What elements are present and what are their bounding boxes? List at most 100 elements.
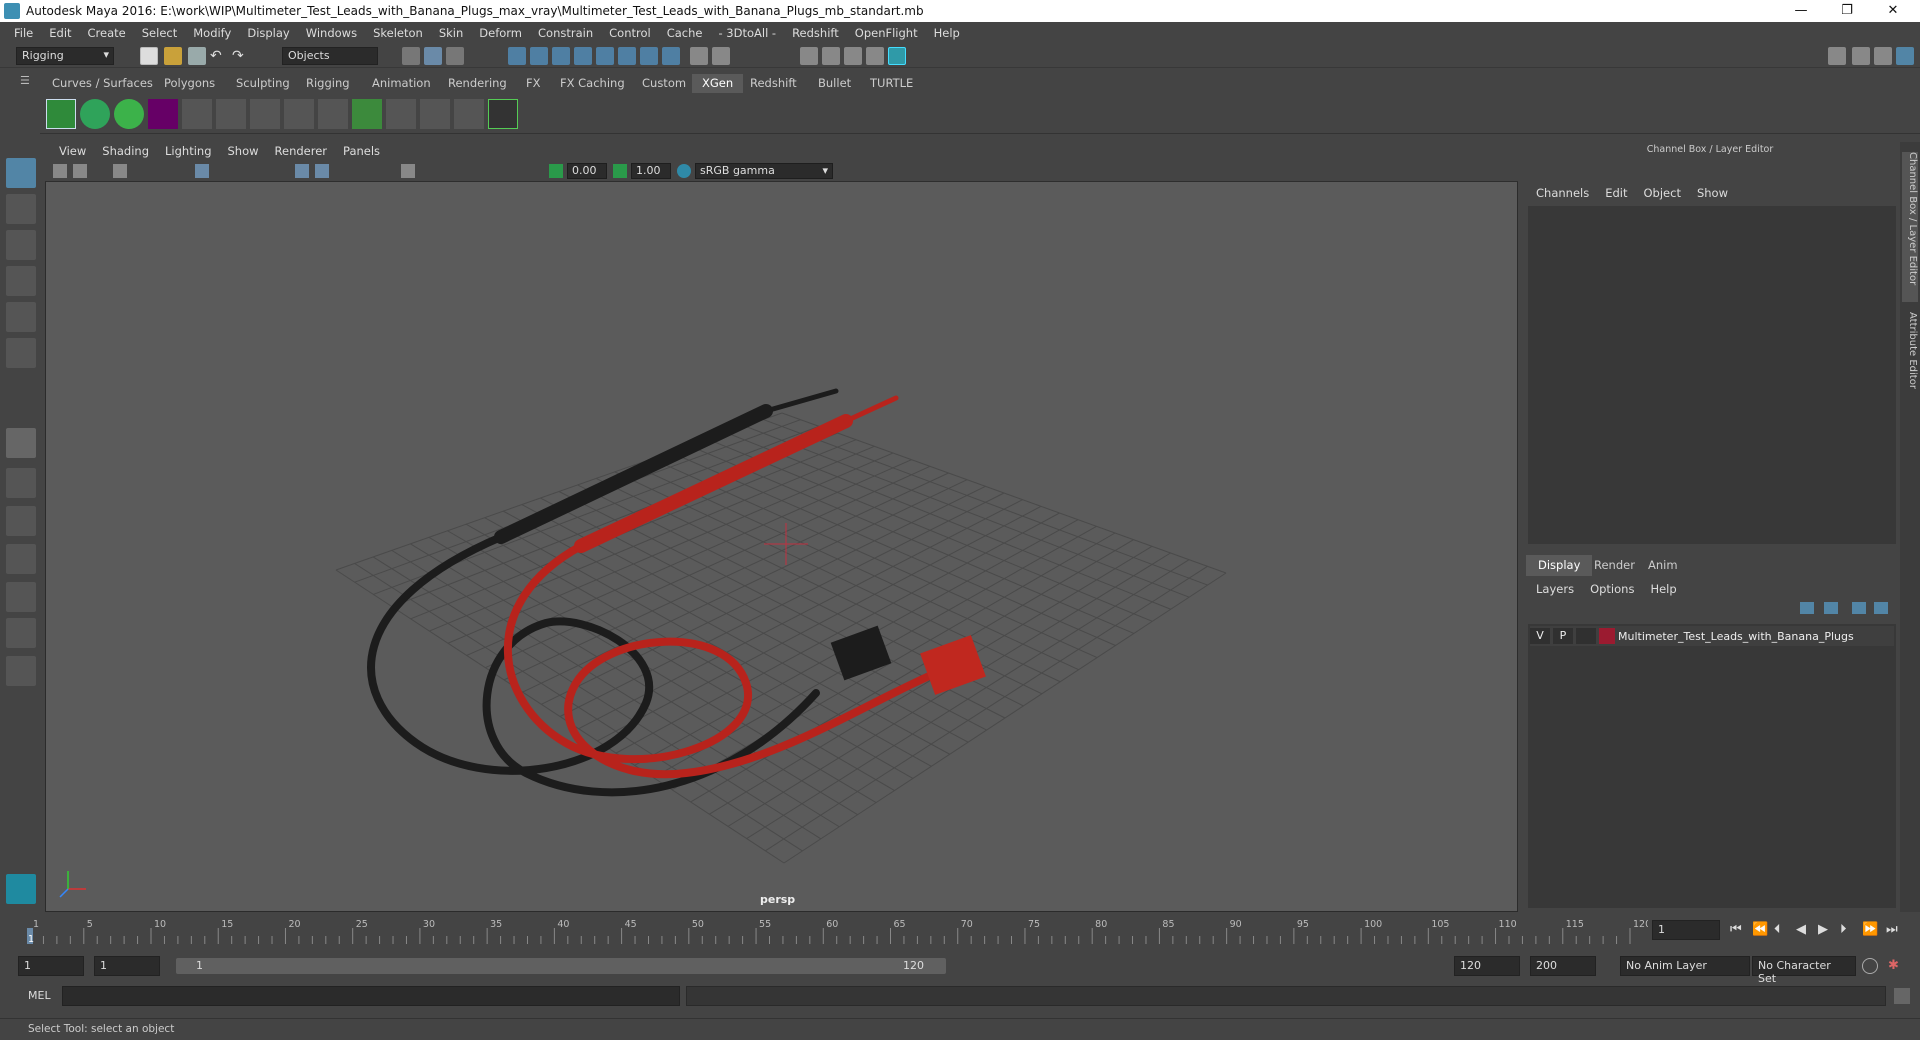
lights-icon[interactable] <box>401 164 415 178</box>
range-slider[interactable]: 1 120 <box>176 958 946 974</box>
viewport-menu-panels[interactable]: Panels <box>335 144 388 158</box>
bookmark-icon[interactable] <box>113 164 127 178</box>
step-back-frame-icon[interactable]: ⏪ <box>1752 922 1768 937</box>
lasso-tool-icon[interactable] <box>6 194 36 224</box>
go-to-start-icon[interactable]: ⏮ <box>1730 922 1742 937</box>
side-tab-attribute-editor[interactable]: Attribute Editor <box>1902 312 1918 412</box>
channel-menu-object[interactable]: Object <box>1636 186 1689 202</box>
animation-start-field[interactable]: 1 <box>18 956 84 976</box>
command-language-label[interactable]: MEL <box>28 989 51 1002</box>
step-forward-key-icon[interactable]: ⏵ <box>1840 922 1847 937</box>
single-perspective-layout-icon[interactable] <box>6 428 36 458</box>
shelf-menu-icon[interactable]: ☰ <box>20 74 30 87</box>
exposure-field[interactable]: 0.00 <box>567 163 607 179</box>
layer-menu-options[interactable]: Options <box>1582 582 1642 596</box>
new-layer-icon[interactable] <box>1852 602 1866 614</box>
menu-select[interactable]: Select <box>134 26 185 40</box>
shelf-tab-redshift[interactable]: Redshift <box>740 74 807 93</box>
shelf-tab-animation[interactable]: Animation <box>362 74 441 93</box>
viewport-scene[interactable] <box>46 183 1517 911</box>
play-backwards-icon[interactable]: ◀ <box>1796 922 1806 937</box>
xgen-groom-icon[interactable] <box>386 99 416 129</box>
help-question-icon[interactable] <box>662 47 680 65</box>
wireframe-icon[interactable] <box>295 164 309 178</box>
move-tool-icon[interactable] <box>6 266 36 296</box>
lock-camera-icon[interactable] <box>73 164 87 178</box>
shelf-tab-fx-caching[interactable]: FX Caching <box>550 74 635 93</box>
graph-layout-icon[interactable] <box>6 582 36 612</box>
side-tab-channel-box[interactable]: Channel Box / Layer Editor <box>1902 152 1918 302</box>
scale-tool-icon[interactable] <box>6 338 36 368</box>
layer-playback-toggle[interactable]: P <box>1553 628 1573 644</box>
hypershade-layout-icon[interactable] <box>6 618 36 648</box>
layer-tab-anim[interactable]: Anim <box>1636 555 1690 576</box>
layout-menu-icon[interactable] <box>6 656 36 686</box>
menu-skeleton[interactable]: Skeleton <box>365 26 431 40</box>
shelf-tab-custom[interactable]: Custom <box>632 74 696 93</box>
rotate-tool-icon[interactable] <box>6 302 36 332</box>
menu-file[interactable]: File <box>6 26 41 40</box>
hypershade-icon[interactable] <box>866 47 884 65</box>
undo-icon[interactable]: ↶ <box>210 47 228 65</box>
menu-display[interactable]: Display <box>239 26 297 40</box>
snap-grid-icon[interactable] <box>508 47 526 65</box>
shelf-tab-rigging[interactable]: Rigging <box>296 74 360 93</box>
layer-menu-help[interactable]: Help <box>1642 582 1684 596</box>
paint-select-tool-icon[interactable] <box>6 230 36 260</box>
new-scene-icon[interactable] <box>140 47 158 65</box>
viewport-menu-view[interactable]: View <box>51 144 94 158</box>
select-component-icon[interactable] <box>446 47 464 65</box>
xgen-create-description-icon[interactable] <box>114 99 144 129</box>
script-editor-icon[interactable] <box>1894 988 1910 1004</box>
tool-settings-icon[interactable] <box>1874 47 1892 65</box>
redo-icon[interactable]: ↷ <box>232 47 250 65</box>
current-frame-field[interactable]: 1 <box>1652 920 1720 940</box>
step-back-key-icon[interactable]: ⏴ <box>1774 922 1781 937</box>
smooth-shade-icon[interactable] <box>315 164 329 178</box>
step-forward-frame-icon[interactable]: ⏩ <box>1862 922 1878 937</box>
menu-windows[interactable]: Windows <box>298 26 365 40</box>
go-to-end-icon[interactable]: ⏭ <box>1886 922 1898 937</box>
character-set-dropdown[interactable]: No Character Set <box>1752 956 1856 985</box>
two-view-layout-icon[interactable] <box>6 506 36 536</box>
modeling-toolkit-icon[interactable] <box>1828 47 1846 65</box>
channel-box-area[interactable] <box>1528 206 1896 544</box>
menuset-dropdown[interactable]: Rigging ▾ <box>16 47 114 65</box>
save-scene-icon[interactable] <box>188 47 206 65</box>
move-layer-down-icon[interactable] <box>1824 602 1838 614</box>
xgen-add-guide-icon[interactable] <box>148 99 178 129</box>
render-view-icon[interactable] <box>888 47 906 65</box>
camera-icon[interactable] <box>53 164 67 178</box>
anim-layer-dropdown[interactable]: No Anim Layer <box>1620 956 1750 976</box>
xgen-sculpt-guide-icon[interactable] <box>250 99 280 129</box>
menu-constrain[interactable]: Constrain <box>530 26 601 40</box>
shelf-tab-polygons[interactable]: Polygons <box>154 74 225 93</box>
auto-key-icon[interactable] <box>1862 958 1878 974</box>
shelf-tab-fx[interactable]: FX <box>516 74 551 93</box>
menu-openflight[interactable]: OpenFlight <box>847 26 926 40</box>
xgen-preview-icon[interactable] <box>80 99 110 129</box>
xgen-editor-icon[interactable] <box>46 99 76 129</box>
minimize-button[interactable]: — <box>1778 0 1824 22</box>
gamma-field[interactable]: 1.00 <box>631 163 671 179</box>
layer-color-swatch[interactable] <box>1599 628 1615 644</box>
snap-point-icon[interactable] <box>552 47 570 65</box>
shelf-tab-sculpting[interactable]: Sculpting <box>226 74 300 93</box>
xgen-layers-icon[interactable] <box>352 99 382 129</box>
xgen-move-guide-icon[interactable] <box>182 99 212 129</box>
selection-mode-dropdown[interactable]: Objects <box>282 47 378 65</box>
menu-edit[interactable]: Edit <box>41 26 79 40</box>
layer-menu-layers[interactable]: Layers <box>1528 582 1582 596</box>
color-management-icon[interactable] <box>677 164 691 178</box>
animation-end-field[interactable]: 200 <box>1530 956 1596 976</box>
layer-reference-toggle[interactable] <box>1576 628 1596 644</box>
close-button[interactable]: ✕ <box>1870 0 1916 22</box>
channel-menu-channels[interactable]: Channels <box>1528 186 1597 202</box>
viewport-menu-show[interactable]: Show <box>220 144 267 158</box>
move-layer-up-icon[interactable] <box>1800 602 1814 614</box>
shelf-tab-bullet[interactable]: Bullet <box>808 74 861 93</box>
render-frame-icon[interactable] <box>800 47 818 65</box>
menu-help[interactable]: Help <box>926 26 968 40</box>
select-object-icon[interactable] <box>424 47 442 65</box>
render-settings-icon[interactable] <box>844 47 862 65</box>
